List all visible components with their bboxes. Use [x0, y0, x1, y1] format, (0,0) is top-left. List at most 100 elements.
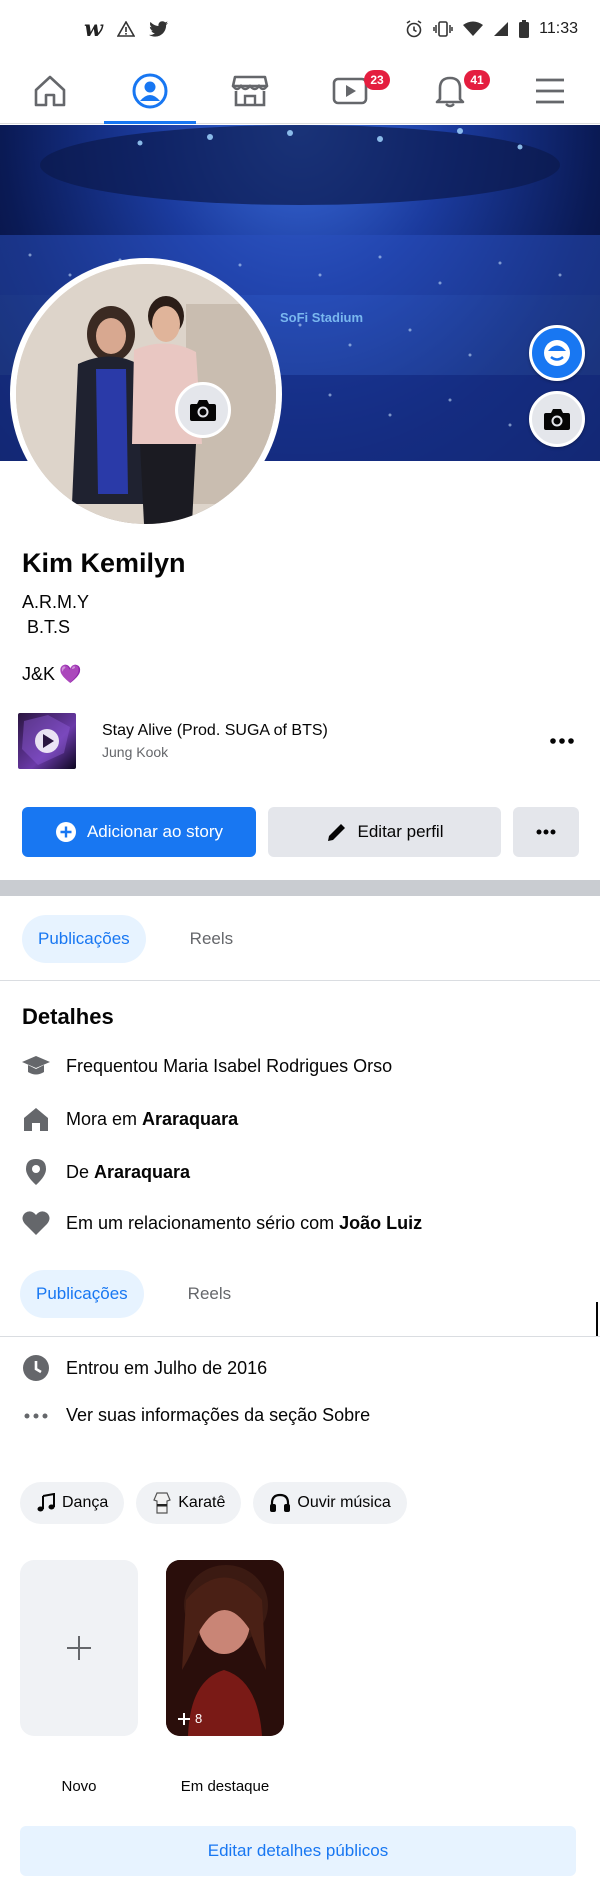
stadium-sign: SoFi Stadium — [280, 310, 364, 325]
graduation-cap-icon — [20, 1054, 52, 1078]
detail-value: Araraquara — [142, 1108, 239, 1129]
detail-education: Frequentou Maria Isabel Rodrigues Orso — [20, 1054, 392, 1078]
profile-picture[interactable] — [10, 258, 282, 530]
bio-text: J&K — [22, 664, 56, 684]
w-app-icon: w — [84, 16, 103, 42]
cell-signal-icon — [493, 21, 509, 37]
home-icon — [32, 74, 68, 108]
battery-icon — [519, 20, 530, 38]
status-bar: w 11:33 — [0, 0, 600, 58]
change-cover-photo-button[interactable] — [529, 391, 585, 447]
nav-video[interactable]: 23 — [300, 58, 400, 123]
martial-arts-uniform-icon — [152, 1492, 172, 1514]
bio: A.R.M.Y B.T.S — [22, 590, 89, 640]
detail-text: Frequentou Maria Isabel Rodrigues Orso — [66, 1055, 393, 1076]
top-navigation: 23 41 — [0, 58, 600, 124]
see-about-link[interactable]: Ver suas informações da seção Sobre — [20, 1405, 370, 1426]
more-options-button[interactable] — [513, 807, 579, 857]
detail-text: Em um relacionamento sério com — [66, 1212, 340, 1233]
headphones-icon — [269, 1493, 291, 1513]
tab-posts[interactable]: Publicações — [22, 915, 146, 963]
profile-tabs: Publicações Reels — [22, 915, 249, 963]
edit-profile-label: Editar perfil — [357, 822, 444, 841]
hobbies: Dança Karatê Ouvir música — [20, 1482, 407, 1524]
detail-text: Entrou em Julho de 2016 — [66, 1357, 268, 1378]
camera-icon — [189, 398, 217, 422]
more-dots-icon — [536, 829, 556, 835]
wifi-icon — [463, 21, 484, 37]
more-dots-icon — [20, 1413, 52, 1419]
music-options-button[interactable] — [550, 738, 574, 744]
detail-text: De — [66, 1161, 95, 1182]
profile-photo — [16, 264, 276, 524]
hamburger-menu-icon — [534, 77, 566, 105]
song-title: Stay Alive (Prod. SUGA of BTS) — [102, 722, 328, 739]
marketplace-icon — [231, 74, 269, 108]
new-featured-label: Novo — [61, 1778, 97, 1795]
details-title: Detalhes — [22, 1004, 114, 1029]
change-profile-photo-button[interactable] — [175, 382, 231, 438]
add-to-story-button[interactable]: Adicionar ao story — [22, 807, 256, 857]
alarm-icon — [405, 20, 423, 38]
location-pin-icon — [20, 1158, 52, 1186]
detail-from: De Araraquara — [20, 1158, 190, 1186]
highlight-count-value: 8 — [195, 1711, 203, 1726]
notifications-badge: 41 — [464, 70, 490, 90]
pencil-icon — [326, 821, 348, 843]
music-note-icon — [36, 1493, 56, 1513]
hobby-chip[interactable]: Karatê — [136, 1482, 242, 1524]
nav-home[interactable] — [0, 58, 100, 123]
scroll-indicator — [596, 1302, 598, 1336]
clock-time: 11:33 — [539, 20, 578, 37]
tabs-divider — [0, 980, 600, 981]
album-cover — [18, 713, 76, 769]
plus-icon — [178, 1712, 190, 1725]
hobby-label: Dança — [62, 1494, 109, 1511]
music-info: Stay Alive (Prod. SUGA of BTS) Jung Kook — [102, 722, 328, 760]
song-artist: Jung Kook — [102, 744, 169, 760]
avatar-button[interactable] — [529, 325, 585, 381]
clock-icon — [20, 1354, 52, 1382]
highlight-count: 8 — [178, 1711, 202, 1726]
detail-value: Araraquara — [94, 1161, 191, 1182]
new-featured-button[interactable] — [20, 1560, 138, 1736]
detail-joined: Entrou em Julho de 2016 — [20, 1354, 267, 1382]
twitter-icon — [148, 21, 169, 37]
tab-reels[interactable]: Reels — [174, 915, 249, 963]
nav-notifications[interactable]: 41 — [400, 58, 500, 123]
more-dots-icon — [550, 738, 574, 744]
plus-icon — [66, 1635, 92, 1661]
detail-text: Ver suas informações da seção Sobre — [66, 1405, 371, 1425]
detail-text: Mora em — [66, 1108, 143, 1129]
camera-icon — [543, 407, 571, 431]
profile-music[interactable]: Stay Alive (Prod. SUGA of BTS) Jung Kook — [18, 713, 584, 769]
tab-posts[interactable]: Publicações — [20, 1270, 144, 1318]
edit-public-details-button[interactable]: Editar detalhes públicos — [20, 1826, 576, 1876]
profile-actions: Adicionar ao story Editar perfil — [22, 807, 579, 857]
video-badge: 23 — [364, 70, 390, 90]
home-icon — [20, 1106, 52, 1132]
nav-profile[interactable] — [100, 58, 200, 124]
featured-highlight[interactable]: 8 — [166, 1560, 284, 1736]
avatar-face-icon — [542, 338, 572, 368]
detail-lives-in: Mora em Araraquara — [20, 1106, 238, 1132]
plus-circle-icon — [55, 821, 77, 843]
highlight-label: Em destaque — [180, 1778, 270, 1795]
nav-menu[interactable] — [500, 58, 600, 123]
tab-reels[interactable]: Reels — [172, 1270, 247, 1318]
warning-icon — [116, 21, 135, 37]
nav-marketplace[interactable] — [200, 58, 300, 123]
heart-icon — [20, 1210, 52, 1236]
tabs-divider — [0, 1336, 600, 1337]
detail-relationship: Em um relacionamento sério com João Luiz — [20, 1210, 422, 1236]
add-to-story-label: Adicionar ao story — [86, 822, 224, 841]
bell-icon — [433, 73, 467, 109]
profile-icon — [132, 73, 168, 109]
bio-extra: J&K 💜 — [22, 664, 81, 685]
hobby-chip[interactable]: Dança — [20, 1482, 125, 1524]
bio-line: B.T.S — [22, 617, 71, 637]
hobby-label: Ouvir música — [297, 1494, 391, 1511]
edit-profile-button[interactable]: Editar perfil — [268, 807, 501, 857]
vibrate-icon — [433, 21, 453, 37]
hobby-chip[interactable]: Ouvir música — [253, 1482, 407, 1524]
